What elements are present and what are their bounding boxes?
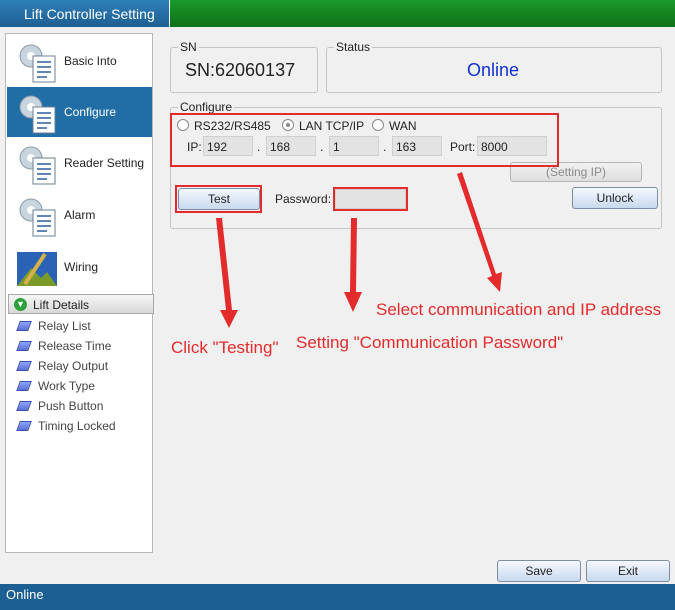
sidebar-item-label: Configure	[64, 105, 117, 119]
status-bar: Online	[0, 584, 675, 610]
exit-button[interactable]: Exit	[586, 560, 670, 582]
sidebar-item-label: Reader Setting	[64, 156, 145, 170]
lift-details-label: Lift Details	[33, 298, 90, 312]
details-item-label: Relay Output	[38, 359, 109, 373]
sidebar: Basic Into Configure Reader Setting Alar…	[5, 33, 154, 553]
password-label: Password:	[275, 192, 332, 206]
sidebar-item-reader-setting[interactable]: Reader Setting	[7, 138, 152, 188]
details-item-label: Work Type	[38, 379, 95, 393]
annotation-test: Click "Testing"	[171, 338, 279, 357]
sidebar-item-label: Basic Into	[64, 54, 117, 68]
annotation-password: Setting "Communication Password"	[296, 333, 564, 352]
configure-group-title: Configure	[178, 100, 235, 114]
details-item-label: Relay List	[38, 319, 91, 333]
status-group-title: Status	[334, 40, 373, 54]
arrow-test	[216, 218, 238, 328]
unlock-button[interactable]: Unlock	[572, 187, 658, 209]
details-item-label: Timing Locked	[38, 419, 116, 433]
sidebar-item-label: Wiring	[64, 260, 99, 274]
item-icon	[16, 421, 32, 431]
status-value: Online	[467, 60, 520, 80]
title-bar: Lift Controller Setting	[0, 0, 675, 27]
gear-document-icon	[19, 44, 56, 83]
arrow-password	[344, 218, 362, 312]
item-icon	[16, 341, 32, 351]
status-group: Status Online	[326, 40, 662, 93]
gear-document-icon	[19, 198, 56, 237]
annotation-select: Select communication and IP address	[376, 300, 662, 319]
sn-value: SN:62060137	[185, 60, 296, 80]
highlight-test	[175, 185, 262, 213]
collapse-icon: ▼	[14, 298, 27, 311]
sn-group: SN SN:62060137	[170, 40, 318, 93]
save-button[interactable]: Save	[497, 560, 581, 582]
window-title: Lift Controller Setting	[0, 0, 170, 27]
sidebar-item-basic-info[interactable]: Basic Into	[7, 36, 152, 86]
landscape-picture-icon	[17, 252, 57, 286]
highlight-communication	[170, 113, 559, 167]
sn-group-title: SN	[178, 40, 199, 54]
item-icon	[16, 381, 32, 391]
item-icon	[16, 361, 32, 371]
gear-document-icon	[19, 95, 56, 134]
gear-document-icon	[19, 146, 56, 185]
item-icon	[16, 401, 32, 411]
details-item-label: Release Time	[38, 339, 112, 353]
item-icon	[16, 321, 32, 331]
details-item-label: Push Button	[38, 399, 104, 413]
sidebar-item-alarm[interactable]: Alarm	[7, 190, 152, 240]
lift-details-header[interactable]: ▼ Lift Details	[8, 294, 154, 314]
sidebar-item-wiring[interactable]: Wiring	[7, 242, 152, 292]
sidebar-item-label: Alarm	[64, 208, 96, 222]
sidebar-item-configure[interactable]: Configure	[7, 87, 152, 137]
highlight-password	[333, 187, 408, 211]
status-bar-text: Online	[6, 587, 44, 602]
